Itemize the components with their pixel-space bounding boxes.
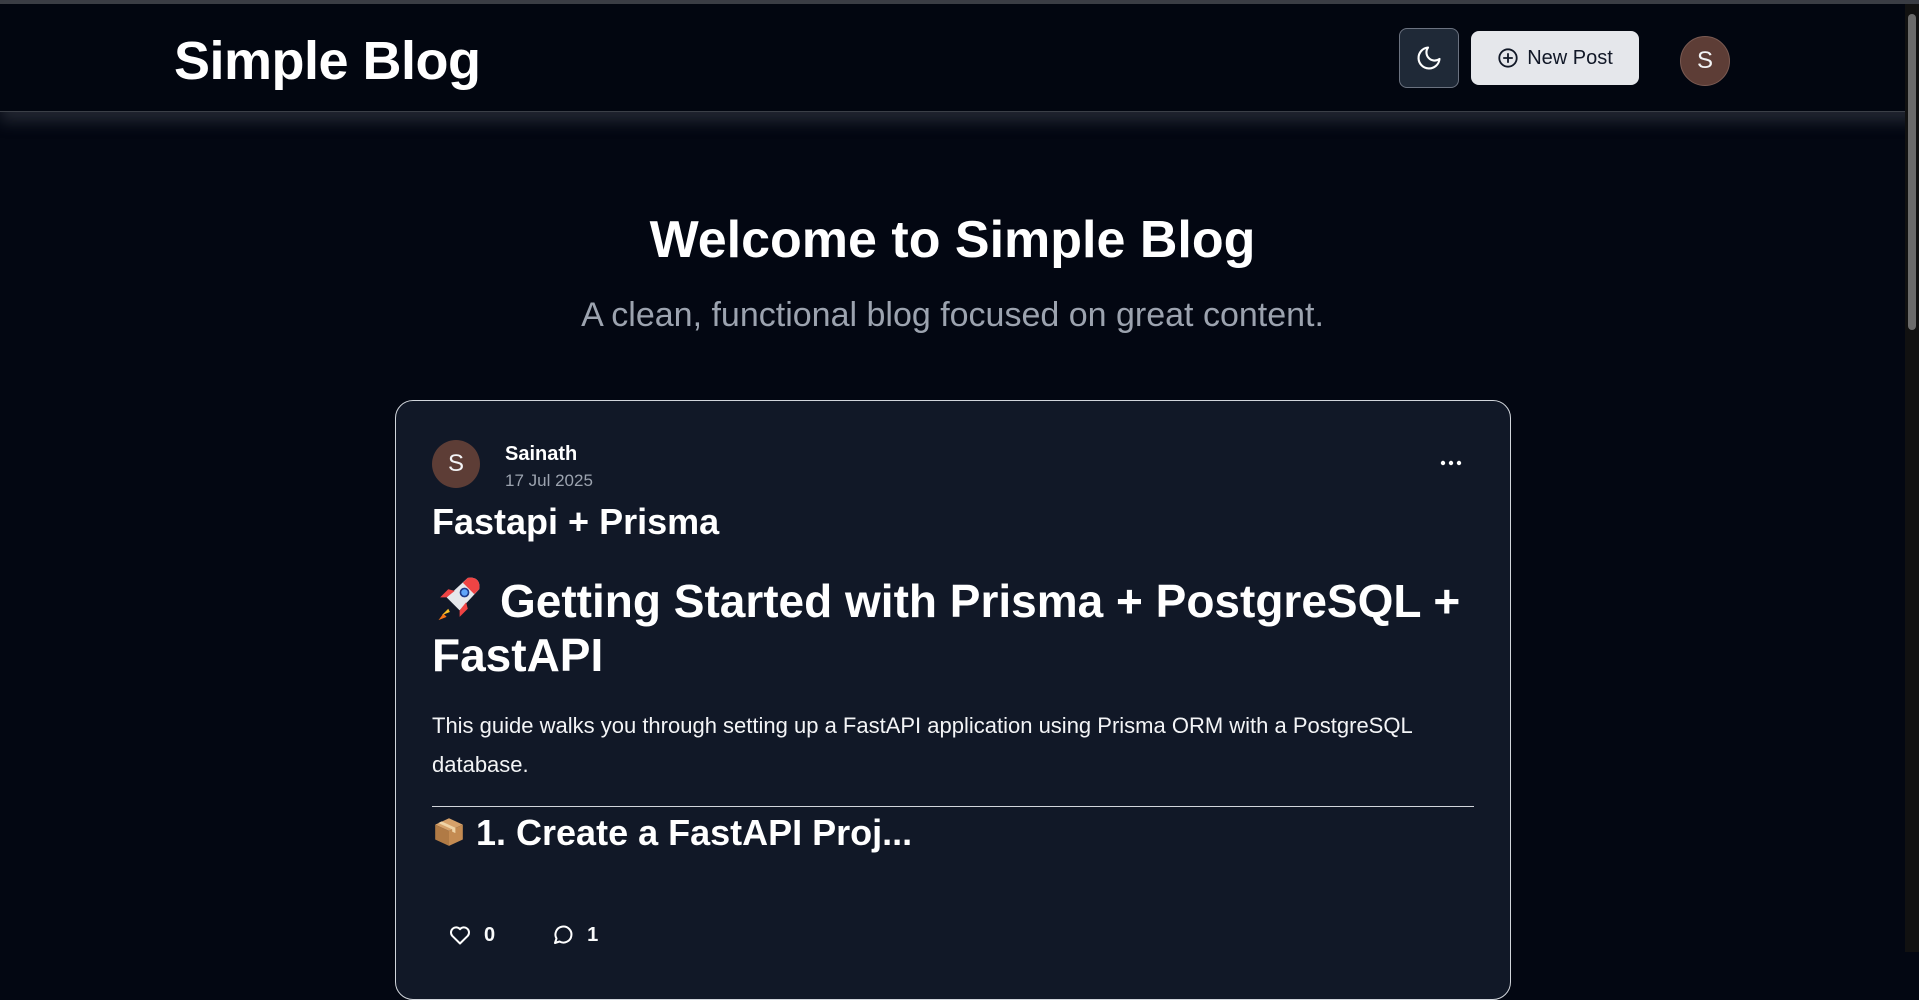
like-button[interactable]: 0 [448, 923, 495, 947]
hero-title: Welcome to Simple Blog [649, 211, 1256, 269]
brand-title[interactable]: Simple Blog [174, 30, 481, 92]
page-scrollbar[interactable] [1905, 4, 1919, 952]
post-date: 17 Jul 2025 [505, 471, 593, 490]
scrollbar-thumb[interactable] [1908, 14, 1916, 330]
plus-circle-icon [1498, 48, 1518, 68]
rocket-emoji-icon [438, 577, 480, 621]
content-heading-text: Getting Started with Prisma + PostgreSQL… [432, 575, 1461, 681]
user-avatar[interactable]: S [1680, 36, 1730, 86]
author-name[interactable]: Sainath [505, 443, 577, 466]
comment-count: 1 [587, 923, 599, 946]
theme-toggle-button[interactable] [1399, 28, 1459, 88]
comment-button[interactable]: 1 [551, 923, 598, 947]
author-avatar[interactable]: S [432, 440, 480, 488]
content-heading: Getting Started with Prisma + PostgreSQL… [432, 573, 1492, 682]
content-subheading: 1. Create a FastAPI Proj... [432, 812, 912, 854]
content-divider [432, 806, 1474, 807]
package-emoji-icon [435, 818, 463, 846]
author-initial: S [447, 450, 464, 477]
new-post-label: New Post [1527, 46, 1613, 69]
new-post-button[interactable]: New Post [1471, 31, 1639, 85]
comment-icon [554, 925, 573, 944]
post-actions: 0 1 [448, 923, 598, 947]
post-title[interactable]: Fastapi + Prisma [432, 501, 719, 543]
like-count: 0 [484, 923, 496, 946]
navbar: Simple Blog New Post S [0, 4, 1919, 112]
content-subheading-text: 1. Create a FastAPI Proj... [476, 812, 913, 853]
hero-subtitle: A clean, functional blog focused on grea… [581, 296, 1324, 334]
avatar-initial: S [1696, 47, 1713, 74]
heart-icon [450, 926, 470, 945]
post-card[interactable]: S Sainath 17 Jul 2025 Fastapi + Prisma G… [395, 400, 1511, 1000]
moon-icon [1417, 46, 1441, 70]
content-paragraph: This guide walks you through setting up … [432, 713, 1412, 777]
ellipsis-icon [1440, 460, 1462, 466]
more-options-button[interactable] [1436, 451, 1466, 475]
